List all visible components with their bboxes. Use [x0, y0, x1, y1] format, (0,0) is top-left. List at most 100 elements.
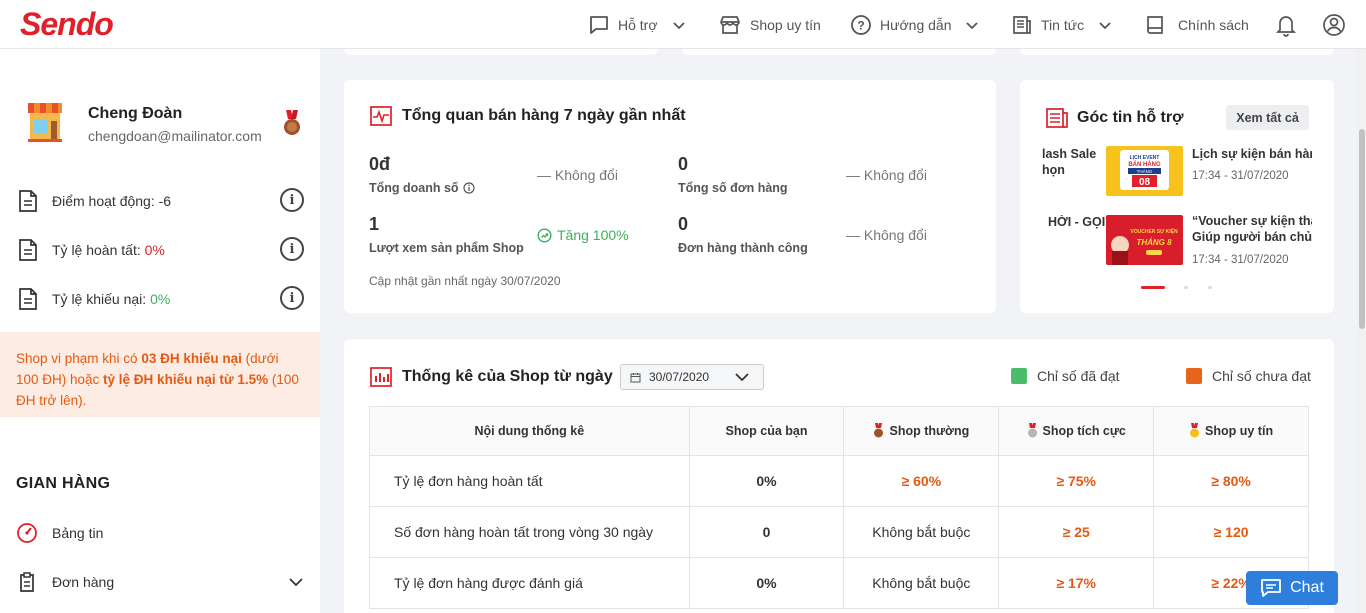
product-views-trend: Tăng 100% [537, 227, 629, 243]
nav-news[interactable]: Tin tức [1011, 0, 1112, 49]
nav-guide[interactable]: ? Hướng dẫn [850, 0, 979, 49]
table-cell: ≥ 17% [998, 557, 1155, 609]
activity-points-text: Điểm hoạt động: -6 [52, 193, 172, 209]
sidebar-item-label: Đơn hàng [52, 574, 115, 590]
top-header: Sendo Hỗ trợ Shop uy tín ? Hướng dẫn Tin… [0, 0, 1366, 49]
carousel-dot[interactable] [1184, 286, 1188, 289]
info-icon[interactable]: i [280, 237, 304, 261]
support-news-card: Góc tin hỗ trợ Xem tất cả lash Sale họn … [1020, 80, 1334, 313]
gold-medal-icon [1190, 423, 1200, 438]
column-header: Shop uy tín [1153, 406, 1309, 456]
user-account-icon[interactable] [1322, 13, 1346, 37]
legend-achieved: Chỉ số đã đạt [1011, 368, 1120, 384]
nav-trusted-shop[interactable]: Shop uy tín [718, 0, 821, 49]
carousel-dot[interactable] [1208, 286, 1212, 289]
total-revenue-trend: — Không đổi [537, 167, 618, 183]
total-orders-value: 0 [678, 154, 689, 174]
sidebar-item-dashboard[interactable]: Bảng tin [16, 519, 304, 547]
date-picker-value: 30/07/2020 [649, 370, 710, 384]
total-revenue-label: Tổng doanh số [369, 181, 475, 195]
legend-not-achieved-label: Chỉ số chưa đạt [1212, 368, 1311, 384]
successful-orders-value: 0 [678, 214, 689, 234]
nav-support[interactable]: Hỗ trợ [588, 0, 686, 49]
document-icon [19, 190, 37, 212]
nav-support-label: Hỗ trợ [618, 16, 658, 33]
nav-news-label: Tin tức [1041, 16, 1085, 33]
nav-guide-label: Hướng dẫn [880, 16, 952, 33]
chat-bubble-icon [590, 15, 608, 34]
svg-text:BÁN HÀNG: BÁN HÀNG [1128, 161, 1161, 168]
violation-warning: Shop vi phạm khi có 03 ĐH khiếu nại (dướ… [0, 332, 320, 417]
chat-button[interactable]: Chat [1246, 571, 1338, 605]
table-cell: ≥ 75% [998, 455, 1155, 507]
news-prev-snippet[interactable]: họn [1042, 163, 1065, 177]
chevron-down-icon [735, 373, 749, 382]
completion-rate-text: Tỷ lệ hoàn tất: 0% [52, 242, 165, 258]
sidebar-item-orders[interactable]: Đơn hàng [16, 568, 304, 596]
nav-policy-label: Chính sách [1178, 16, 1249, 33]
legend-achieved-label: Chỉ số đã đạt [1037, 368, 1120, 384]
table-cell: ≥ 120 [1153, 506, 1309, 558]
chevron-down-icon [289, 578, 303, 587]
table-cell: ≥ 25 [998, 506, 1155, 558]
bell-icon[interactable] [1275, 13, 1297, 37]
svg-text:LỊCH EVENT: LỊCH EVENT [1130, 155, 1160, 161]
chevron-down-icon [1099, 21, 1111, 29]
profile-email: chengdoan@mailinator.com [88, 128, 262, 144]
chevron-down-icon [966, 21, 979, 29]
complaint-rate-text: Tỷ lệ khiếu nại: 0% [52, 291, 171, 307]
svg-text:VOUCHER SỰ KIỆN: VOUCHER SỰ KIỆN [1130, 227, 1178, 235]
table-cell: ≥ 80% [1153, 455, 1309, 507]
stat-activity-points: Điểm hoạt động: -6 i [18, 187, 304, 215]
chat-button-label: Chat [1290, 579, 1324, 596]
complaint-rate-value: 0% [150, 291, 171, 307]
successful-orders-trend: — Không đổi [846, 227, 927, 243]
news-prev-snippet[interactable]: HỜI - GỌI [1048, 215, 1105, 229]
activity-points-value: -6 [158, 193, 172, 209]
column-header: Nội dung thống kê [369, 406, 690, 456]
shop-avatar[interactable] [22, 99, 68, 145]
news-time: 17:34 - 31/07/2020 [1192, 170, 1289, 182]
trend-up-icon [537, 227, 552, 243]
scrollbar-thumb[interactable] [1359, 129, 1365, 329]
news-time: 17:34 - 31/07/2020 [1192, 254, 1289, 266]
column-header: Shop tích cực [998, 406, 1155, 456]
legend-not-achieved: Chỉ số chưa đạt [1186, 368, 1311, 384]
news-title-line2[interactable]: Giúp người bán chủ [1192, 230, 1312, 244]
svg-text:08: 08 [1139, 177, 1151, 188]
chevron-down-icon [672, 21, 685, 29]
news-title[interactable]: “Voucher sự kiện tha [1192, 214, 1312, 228]
sendo-logo[interactable]: Sendo [20, 6, 114, 43]
info-icon[interactable]: i [280, 188, 304, 212]
sales-overview-title: Tổng quan bán hàng 7 ngày gần nhất [402, 107, 686, 124]
support-news-title: Góc tin hỗ trợ [1077, 109, 1184, 126]
table-cell: Tỷ lệ đơn hàng hoàn tất [369, 455, 690, 507]
bar-chart-icon [370, 367, 392, 387]
news-title[interactable]: Lịch sự kiện bán hàn [1192, 147, 1312, 161]
successful-orders-label: Đơn hàng thành công [678, 241, 808, 255]
section-title-store: GIAN HÀNG [16, 475, 111, 492]
info-icon[interactable]: i [280, 286, 304, 310]
see-all-button[interactable]: Xem tất cả [1226, 105, 1309, 130]
total-revenue-value: 0đ [369, 154, 391, 174]
news-thumbnail[interactable]: VOUCHER SỰ KIỆN THÁNG 8 [1106, 215, 1183, 265]
legend-swatch-achieved [1011, 368, 1027, 384]
profile-name: Cheng Đoàn [88, 105, 183, 122]
news-prev-snippet[interactable]: lash Sale [1042, 147, 1096, 161]
info-icon[interactable] [462, 182, 475, 194]
nav-policy[interactable]: Chính sách [1144, 0, 1249, 49]
page-scrollbar[interactable] [1358, 49, 1366, 613]
carousel-dot-active[interactable] [1141, 286, 1165, 289]
svg-text:THÁNG: THÁNG [1137, 168, 1153, 174]
bronze-medal-icon [874, 423, 884, 438]
date-picker[interactable]: 30/07/2020 [620, 364, 764, 390]
question-circle-icon: ? [851, 14, 871, 35]
book-icon [1147, 15, 1163, 34]
silver-medal-icon [1027, 423, 1037, 438]
product-views-label: Lượt xem sản phẩm Shop [369, 241, 524, 255]
product-views-value: 1 [369, 214, 380, 234]
completion-rate-value: 0% [144, 242, 165, 258]
table-cell: Số đơn hàng hoàn tất trong vòng 30 ngày [369, 506, 690, 558]
news-thumbnail[interactable]: LỊCH EVENT BÁN HÀNG THÁNG 08 [1106, 146, 1183, 196]
stat-completion-rate: Tỷ lệ hoàn tất: 0% i [18, 236, 304, 264]
